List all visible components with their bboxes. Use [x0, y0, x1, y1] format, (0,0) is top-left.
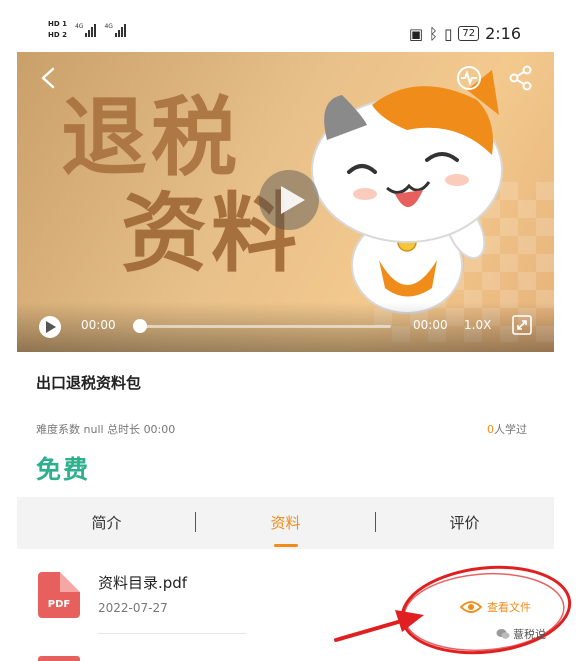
clock: 2:16 — [485, 24, 521, 43]
tab-divider — [375, 512, 376, 532]
learners-number: 0 — [487, 423, 494, 436]
signal1-label: 4G — [74, 23, 84, 30]
price-label: 免费 — [36, 455, 91, 484]
total-duration: 00:00 — [413, 318, 448, 332]
current-time: 00:00 — [81, 318, 116, 332]
duration-label: 总时长 — [107, 423, 141, 436]
video-player[interactable]: 退税 资料 00:00 00:00 1.0X — [17, 52, 554, 352]
view-file-button[interactable]: 查看文件 — [460, 599, 531, 615]
watermark-text: 薏税说 — [513, 628, 546, 641]
view-file-label: 查看文件 — [487, 601, 531, 614]
status-bar: HD 1 HD 2 4G 4G ▣ ᛒ ▯ 72 2:16 — [0, 0, 581, 52]
file-name[interactable]: 资料目录.pdf — [98, 572, 187, 593]
vibrate-icon: ▯ — [444, 24, 453, 43]
fullscreen-icon[interactable] — [511, 314, 533, 336]
speed-button[interactable]: 1.0X — [464, 318, 491, 332]
activity-icon[interactable] — [455, 64, 483, 92]
difficulty-value: null — [83, 423, 104, 436]
video-controls: 00:00 00:00 1.0X — [17, 302, 554, 352]
pdf-icon-label: PDF — [47, 599, 71, 610]
hd1-badge: HD 1 — [48, 20, 67, 28]
play-overlay-button[interactable] — [259, 170, 319, 230]
cover-title-line1: 退税 — [61, 87, 241, 188]
progress-handle[interactable] — [133, 319, 147, 333]
play-small-icon — [46, 321, 56, 333]
tab-bar: 简介 资料 评价 — [17, 497, 554, 549]
play-icon — [281, 186, 305, 214]
tab-intro[interactable]: 简介 — [17, 497, 196, 549]
share-icon[interactable] — [507, 64, 535, 92]
learners-count: 0人学过 — [487, 421, 527, 437]
learners-label: 人学过 — [494, 423, 527, 436]
difficulty-label: 难度系数 — [36, 423, 80, 436]
hd-badges: HD 1 HD 2 — [48, 20, 67, 40]
course-title: 出口退税资料包 — [36, 374, 142, 392]
list-divider — [98, 633, 246, 634]
progress-track[interactable] — [135, 325, 391, 328]
tab-materials[interactable]: 资料 — [196, 497, 375, 549]
tab-reviews[interactable]: 评价 — [375, 497, 554, 549]
nfc-icon: ▣ — [408, 24, 424, 43]
hd2-badge: HD 2 — [48, 31, 67, 39]
back-icon[interactable] — [37, 66, 61, 90]
wechat-icon — [496, 629, 510, 639]
watermark: 薏税说 — [496, 626, 546, 642]
signal2-label: 4G — [104, 23, 113, 30]
cat-mascot-illustration — [311, 70, 503, 314]
eye-icon — [460, 601, 482, 613]
battery-icon: 72 — [458, 26, 480, 41]
course-meta: 难度系数 null 总时长 00:00 — [36, 421, 175, 437]
tab-divider — [195, 512, 196, 532]
duration-value: 00:00 — [143, 423, 176, 436]
bluetooth-icon: ᛒ — [429, 24, 439, 43]
signal-indicators: HD 1 HD 2 4G 4G — [48, 20, 126, 40]
signal-icon-2: 4G — [104, 23, 126, 37]
pdf-file-icon: PDF — [38, 572, 80, 618]
play-button[interactable] — [39, 316, 61, 338]
next-file-icon — [38, 656, 80, 661]
signal-icon-1: 4G — [74, 23, 97, 37]
status-right: ▣ ᛒ ▯ 72 2:16 — [409, 24, 521, 43]
file-date: 2022-07-27 — [98, 601, 168, 615]
